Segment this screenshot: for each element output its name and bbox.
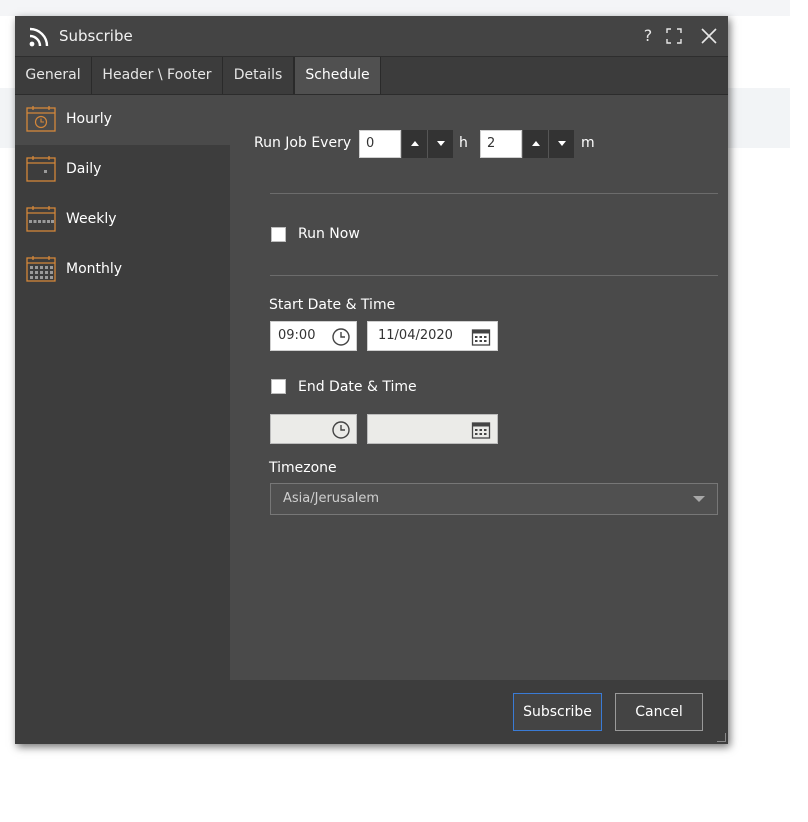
tab-schedule[interactable]: Schedule [294, 57, 381, 94]
minutes-input[interactable]: 2 [480, 130, 522, 158]
calendar-icon [471, 422, 491, 439]
subscribe-dialog: Subscribe ? General Header \ Footer Deta… [15, 16, 728, 744]
divider [270, 275, 718, 276]
end-time-input [270, 414, 357, 444]
maximize-button[interactable] [663, 24, 685, 48]
clock-icon [332, 421, 350, 439]
calendar-day-icon [26, 156, 56, 182]
timezone-select[interactable]: Asia/Jerusalem [270, 483, 718, 515]
sidebar-item-hourly[interactable]: Hourly [15, 95, 230, 145]
subscribe-button[interactable]: Subscribe [513, 693, 602, 731]
divider [270, 193, 718, 194]
hours-input[interactable]: 0 [359, 130, 401, 158]
timezone-label: Timezone [269, 460, 337, 476]
arrow-down-icon [558, 141, 566, 146]
rss-feed-icon [29, 27, 49, 47]
calendar-week-icon [26, 206, 56, 232]
chevron-down-icon [693, 496, 705, 502]
minutes-increment-button[interactable] [522, 130, 548, 158]
hours-decrement-button[interactable] [427, 130, 453, 158]
help-button[interactable]: ? [637, 24, 659, 48]
run-now-label: Run Now [298, 226, 360, 242]
start-time-value: 09:00 [278, 328, 316, 343]
tab-details[interactable]: Details [223, 57, 294, 94]
run-job-every-label: Run Job Every [254, 135, 352, 151]
hours-increment-button[interactable] [401, 130, 427, 158]
minutes-decrement-button[interactable] [548, 130, 574, 158]
sidebar-item-monthly[interactable]: Monthly [15, 245, 230, 295]
help-icon: ? [643, 26, 653, 45]
end-datetime-label: End Date & Time [298, 379, 417, 395]
close-icon [701, 28, 717, 44]
sidebar-label-weekly: Weekly [66, 211, 117, 227]
arrow-up-icon [532, 141, 540, 146]
sidebar-label-hourly: Hourly [66, 111, 112, 127]
sidebar-item-weekly[interactable]: Weekly [15, 195, 230, 245]
calendar-month-icon [26, 256, 56, 282]
dialog-footer: Subscribe Cancel [15, 680, 728, 744]
arrow-down-icon [437, 141, 445, 146]
start-date-value: 11/04/2020 [378, 328, 453, 343]
start-datetime-label: Start Date & Time [269, 297, 396, 313]
calendar-icon[interactable] [471, 327, 491, 347]
cancel-button[interactable]: Cancel [615, 693, 703, 731]
background-app-strip [0, 0, 790, 16]
tab-header-footer[interactable]: Header \ Footer [92, 57, 223, 94]
arrow-up-icon [411, 141, 419, 146]
maximize-icon [666, 28, 682, 44]
sidebar-item-daily[interactable]: Daily [15, 145, 230, 195]
calendar-clock-icon [26, 106, 56, 132]
frequency-sidebar: Hourly Daily Weekly Monthly [15, 95, 230, 680]
clock-icon[interactable] [331, 327, 351, 347]
end-date-input [367, 414, 498, 444]
schedule-panel: Run Job Every 0 h 2 m Run Now Start Date… [230, 95, 728, 680]
start-date-input[interactable]: 11/04/2020 [367, 321, 498, 351]
minutes-unit-label: m [581, 135, 595, 151]
dialog-title: Subscribe [59, 27, 133, 45]
timezone-value: Asia/Jerusalem [283, 491, 380, 506]
start-time-input[interactable]: 09:00 [270, 321, 357, 351]
sidebar-label-monthly: Monthly [66, 261, 123, 277]
sidebar-label-daily: Daily [66, 161, 102, 177]
end-datetime-checkbox[interactable] [271, 379, 286, 394]
hours-unit-label: h [459, 135, 468, 151]
tab-general[interactable]: General [15, 57, 92, 94]
resize-grip-icon[interactable] [717, 733, 726, 742]
dialog-titlebar: Subscribe ? [15, 16, 728, 57]
tab-bar: General Header \ Footer Details Schedule [15, 57, 728, 95]
close-button[interactable] [698, 24, 720, 48]
run-now-checkbox[interactable] [271, 227, 286, 242]
